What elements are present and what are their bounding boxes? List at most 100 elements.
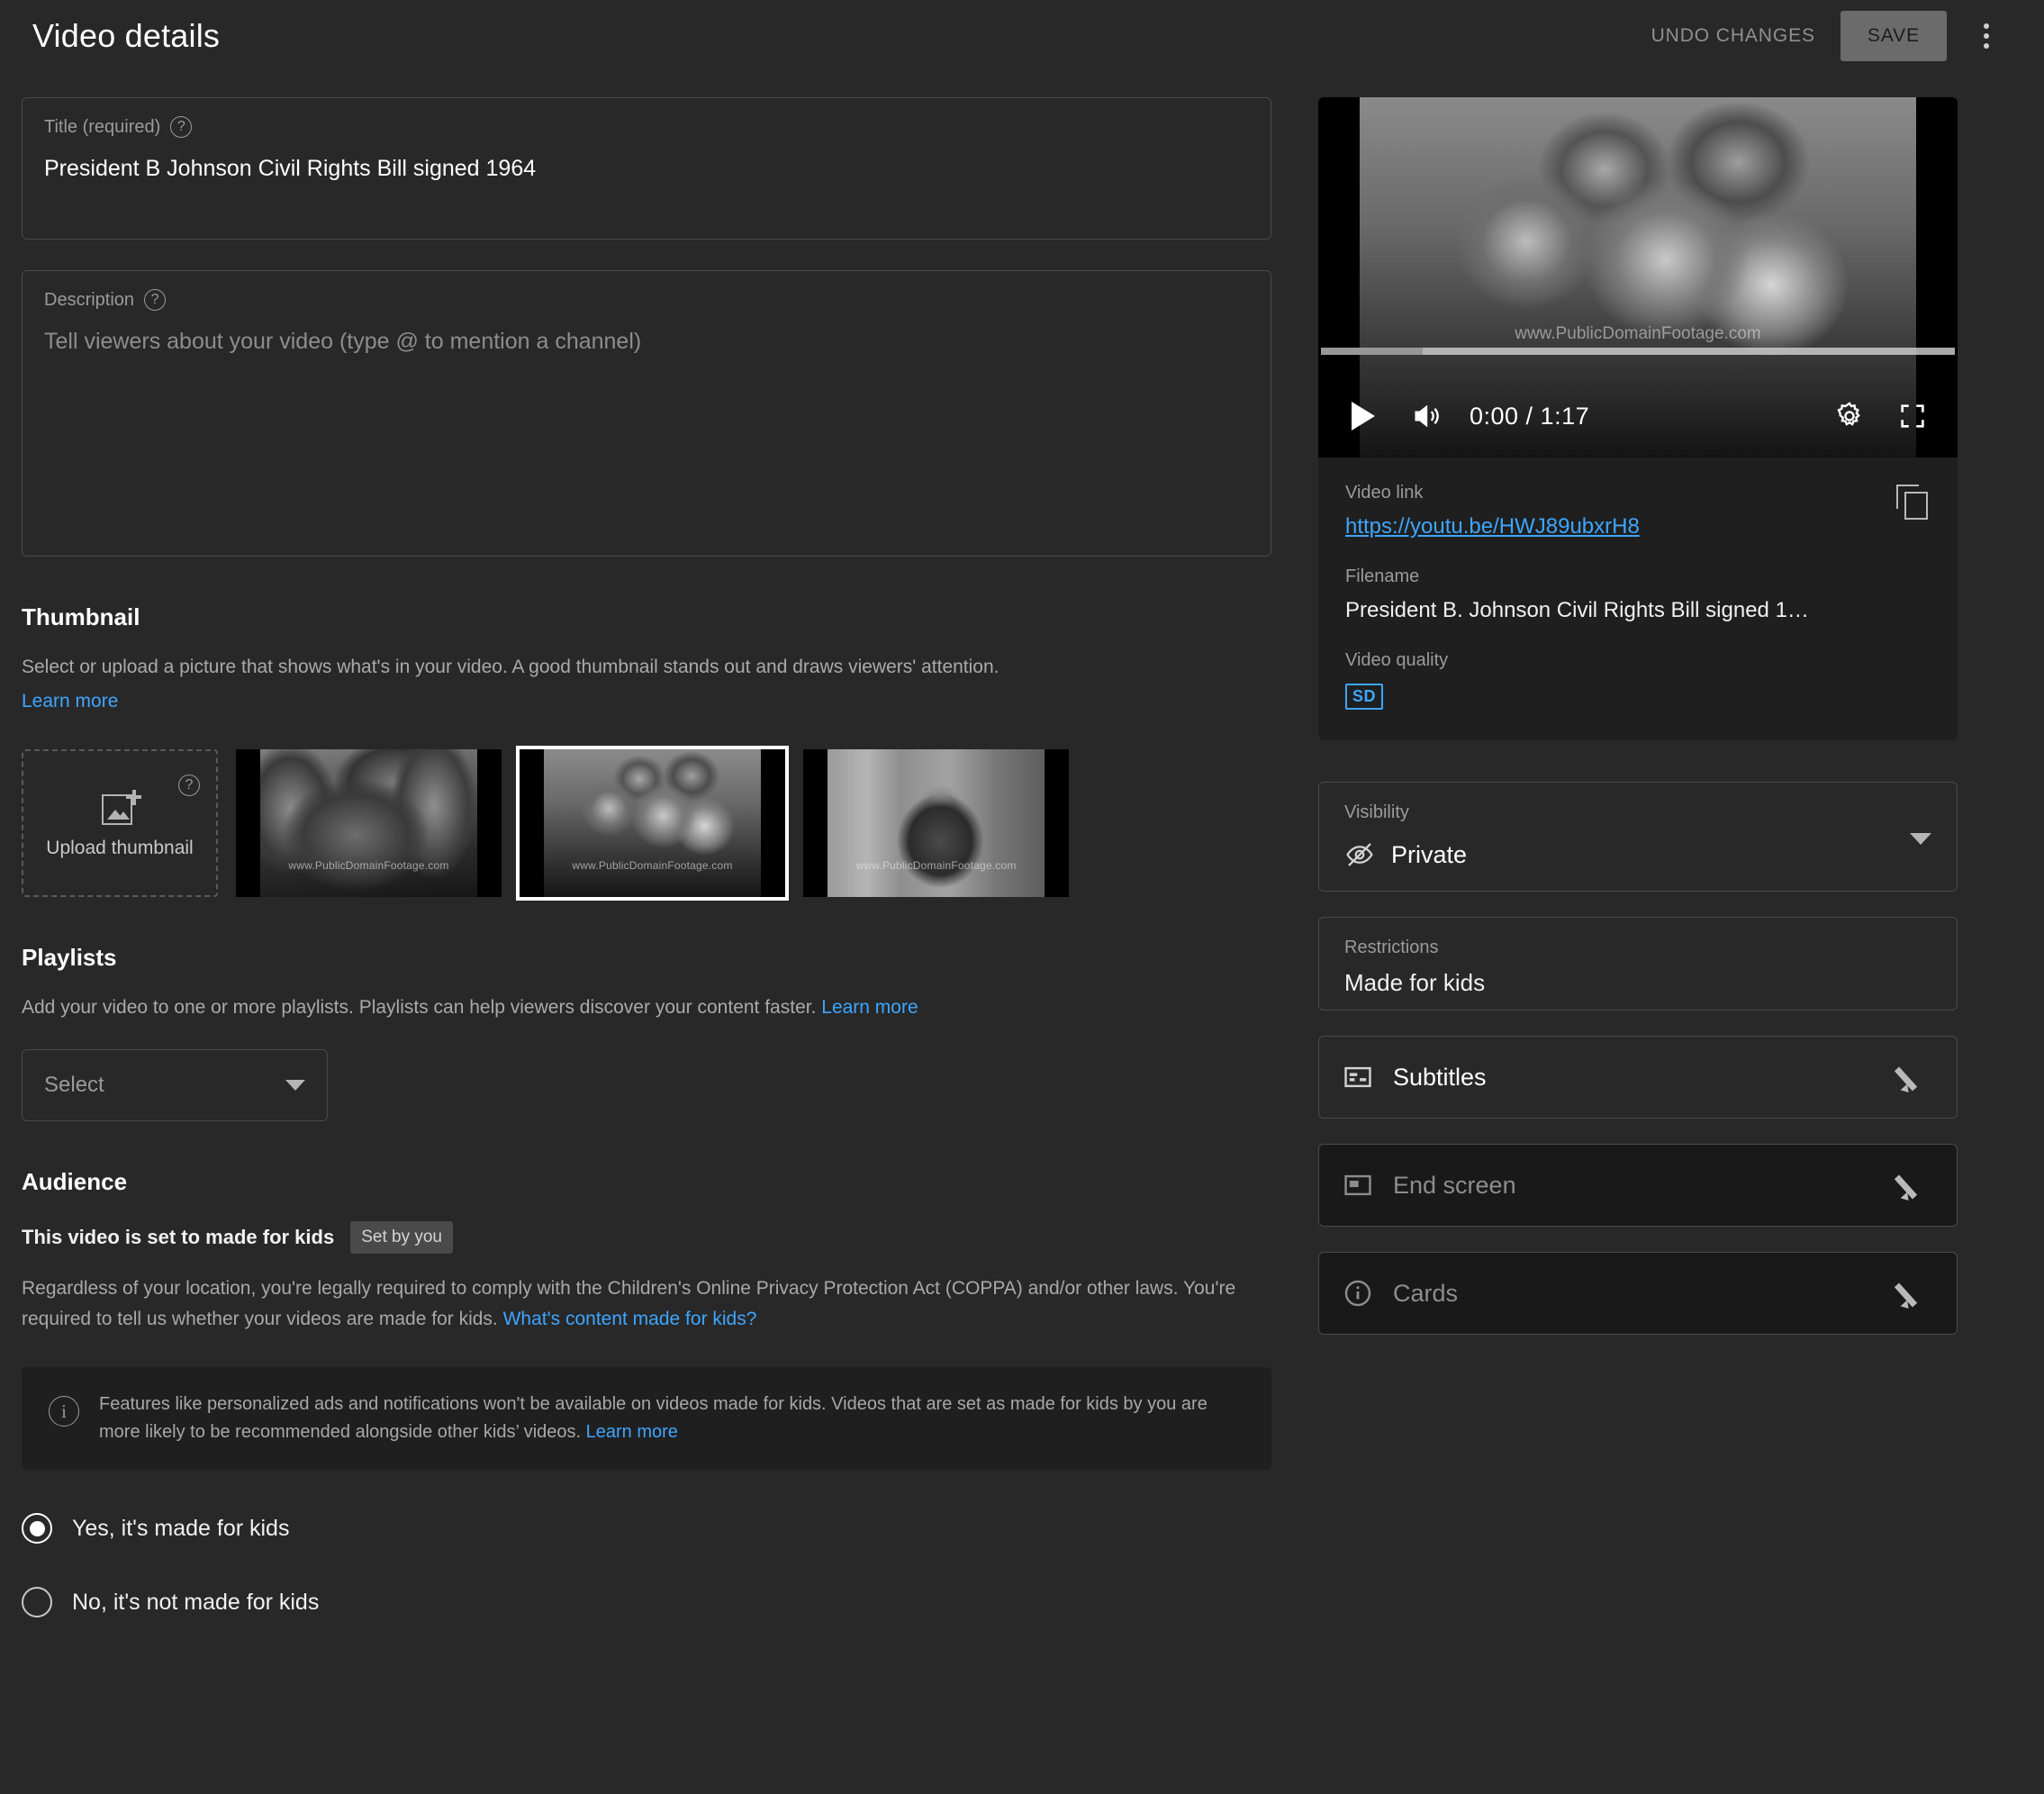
kebab-menu-icon[interactable] bbox=[1961, 11, 2012, 61]
restrictions-label: Restrictions bbox=[1344, 938, 1439, 957]
cards-label: Cards bbox=[1393, 1279, 1459, 1307]
thumbnail-heading: Thumbnail bbox=[22, 603, 140, 630]
pencil-icon[interactable] bbox=[1894, 1059, 1933, 1096]
audience-status-line: This video is set to made for kids Set b… bbox=[22, 1221, 1271, 1255]
info-circle-icon bbox=[1343, 1278, 1373, 1309]
fullscreen-icon[interactable] bbox=[1893, 396, 1932, 436]
title-field[interactable]: Title (required) ? President B Johnson C… bbox=[22, 97, 1271, 240]
help-circle-icon[interactable]: ? bbox=[170, 116, 193, 138]
progress-bar[interactable] bbox=[1321, 348, 1955, 355]
coppa-learn-link[interactable]: What's content made for kids? bbox=[503, 1309, 757, 1329]
filename-value: President B. Johnson Civil Rights Bill s… bbox=[1345, 598, 1809, 622]
details-right-column: www.PublicDomainFootage.com 0:00 / 1:17 bbox=[1318, 97, 1958, 1335]
add-photo-icon bbox=[102, 787, 141, 825]
playlists-learn-more-link[interactable]: Learn more bbox=[821, 997, 918, 1018]
video-metadata: Video link https://youtu.be/HWJ89ubxrH8 … bbox=[1318, 458, 1958, 740]
playlists-description: Add your video to one or more playlists.… bbox=[22, 995, 1271, 1020]
thumbnail-option-3[interactable]: www.PublicDomainFootage.com bbox=[803, 748, 1069, 897]
chevron-down-icon bbox=[285, 1080, 305, 1092]
player-time: 0:00 / 1:17 bbox=[1470, 402, 1590, 430]
thumbnail-image-2 bbox=[543, 748, 762, 897]
video-player[interactable]: www.PublicDomainFootage.com 0:00 / 1:17 bbox=[1318, 97, 1958, 458]
end-screen-card[interactable]: End screen bbox=[1318, 1144, 1958, 1227]
radio-button-selected-icon[interactable] bbox=[22, 1513, 52, 1545]
playlists-heading: Playlists bbox=[22, 943, 117, 971]
coppa-notice: Regardless of your location, you're lega… bbox=[22, 1273, 1271, 1335]
title-label-text: Title (required) bbox=[44, 116, 161, 137]
eye-off-icon bbox=[1344, 839, 1375, 870]
thumbnail-image-1 bbox=[259, 748, 478, 897]
end-screen-icon bbox=[1343, 1170, 1373, 1201]
visibility-label: Visibility bbox=[1344, 802, 1409, 822]
playlist-select-value: Select bbox=[44, 1073, 104, 1098]
volume-icon[interactable] bbox=[1406, 396, 1446, 436]
thumbnail-description: Select or upload a picture that shows wh… bbox=[22, 657, 999, 677]
help-circle-icon[interactable]: ? bbox=[178, 774, 200, 796]
save-button[interactable]: SAVE bbox=[1840, 11, 1947, 61]
description-label-text: Description bbox=[44, 289, 135, 310]
visibility-value-row: Private bbox=[1344, 839, 1931, 870]
subtitles-card[interactable]: Subtitles bbox=[1318, 1036, 1958, 1119]
copy-icon[interactable] bbox=[1896, 485, 1931, 521]
video-details-page: Video details UNDO CHANGES SAVE Title (r… bbox=[0, 0, 2044, 1794]
video-quality-label: Video quality bbox=[1345, 650, 1449, 670]
video-preview-card: www.PublicDomainFootage.com 0:00 / 1:17 bbox=[1318, 97, 1958, 740]
thumbnail-watermark: www.PublicDomainFootage.com bbox=[572, 858, 733, 872]
filename-group: Filename President B. Johnson Civil Righ… bbox=[1345, 566, 1931, 623]
gear-icon[interactable] bbox=[1830, 396, 1869, 436]
visibility-card[interactable]: Visibility Private bbox=[1318, 782, 1958, 892]
upload-thumbnail-button[interactable]: ? Upload thumbnail bbox=[22, 748, 218, 897]
radio-made-for-kids-no[interactable]: No, it's not made for kids bbox=[22, 1587, 1271, 1618]
restrictions-card[interactable]: Restrictions Made for kids bbox=[1318, 917, 1958, 1010]
audience-heading: Audience bbox=[22, 1168, 128, 1196]
help-circle-icon[interactable]: ? bbox=[144, 289, 167, 311]
undo-changes-button[interactable]: UNDO CHANGES bbox=[1632, 13, 1835, 59]
radio-button-icon[interactable] bbox=[22, 1587, 52, 1618]
title-input[interactable]: President B Johnson Civil Rights Bill si… bbox=[44, 156, 1249, 182]
filename-label: Filename bbox=[1345, 566, 1420, 586]
play-icon[interactable] bbox=[1343, 396, 1383, 436]
video-link-label: Video link bbox=[1345, 483, 1424, 503]
info-circle-icon: i bbox=[49, 1396, 79, 1427]
description-field[interactable]: Description ? Tell viewers about your vi… bbox=[22, 270, 1271, 557]
radio-label-yes: Yes, it's made for kids bbox=[72, 1515, 290, 1541]
radio-made-for-kids-yes[interactable]: Yes, it's made for kids bbox=[22, 1513, 1271, 1545]
page-header: Video details UNDO CHANGES SAVE bbox=[0, 0, 2044, 72]
thumbnail-option-1[interactable]: www.PublicDomainFootage.com bbox=[236, 748, 502, 897]
made-for-kids-info-box: i Features like personalized ads and not… bbox=[22, 1367, 1271, 1471]
thumbnail-option-2[interactable]: www.PublicDomainFootage.com bbox=[516, 745, 789, 901]
upload-thumbnail-label: Upload thumbnail bbox=[46, 837, 194, 858]
pencil-icon[interactable] bbox=[1894, 1275, 1933, 1312]
subtitles-label: Subtitles bbox=[1393, 1063, 1487, 1091]
info-box-text-wrap: Features like personalized ads and notif… bbox=[99, 1391, 1244, 1446]
player-controls: 0:00 / 1:17 bbox=[1318, 375, 1958, 458]
audience-status-text: This video is set to made for kids bbox=[22, 1226, 335, 1249]
video-watermark: www.PublicDomainFootage.com bbox=[1515, 324, 1761, 343]
end-screen-label: End screen bbox=[1393, 1171, 1516, 1199]
status-badge: Set by you bbox=[350, 1221, 453, 1255]
playlists-description-text: Add your video to one or more playlists.… bbox=[22, 996, 817, 1018]
video-quality-badge: SD bbox=[1345, 684, 1384, 710]
thumbnail-learn-more-link[interactable]: Learn more bbox=[22, 691, 118, 711]
chevron-down-icon[interactable] bbox=[1910, 833, 1931, 845]
description-field-label: Description ? bbox=[44, 289, 1249, 311]
thumbnail-watermark: www.PublicDomainFootage.com bbox=[855, 858, 1017, 872]
subtitles-icon bbox=[1343, 1062, 1373, 1092]
header-actions: UNDO CHANGES SAVE bbox=[1632, 11, 2012, 61]
info-box-learn-more-link[interactable]: Learn more bbox=[586, 1422, 678, 1442]
title-field-label: Title (required) ? bbox=[44, 116, 1249, 138]
restrictions-value: Made for kids bbox=[1344, 969, 1486, 996]
thumbnail-image-3 bbox=[827, 748, 1045, 897]
cards-card[interactable]: Cards bbox=[1318, 1252, 1958, 1335]
video-link-value[interactable]: https://youtu.be/HWJ89ubxrH8 bbox=[1345, 514, 1640, 539]
details-left-column: Title (required) ? President B Johnson C… bbox=[22, 97, 1271, 1618]
video-link-group: Video link https://youtu.be/HWJ89ubxrH8 bbox=[1345, 483, 1931, 539]
thumbnail-options-row: ? Upload thumbnail www.PublicDomainFoota… bbox=[22, 745, 1271, 901]
video-quality-group: Video quality SD bbox=[1345, 650, 1931, 710]
visibility-value: Private bbox=[1391, 840, 1468, 868]
thumbnail-watermark: www.PublicDomainFootage.com bbox=[288, 858, 449, 872]
radio-label-no: No, it's not made for kids bbox=[72, 1589, 320, 1615]
playlist-select[interactable]: Select bbox=[22, 1049, 328, 1122]
description-input[interactable]: Tell viewers about your video (type @ to… bbox=[44, 329, 1249, 355]
pencil-icon[interactable] bbox=[1894, 1167, 1933, 1204]
